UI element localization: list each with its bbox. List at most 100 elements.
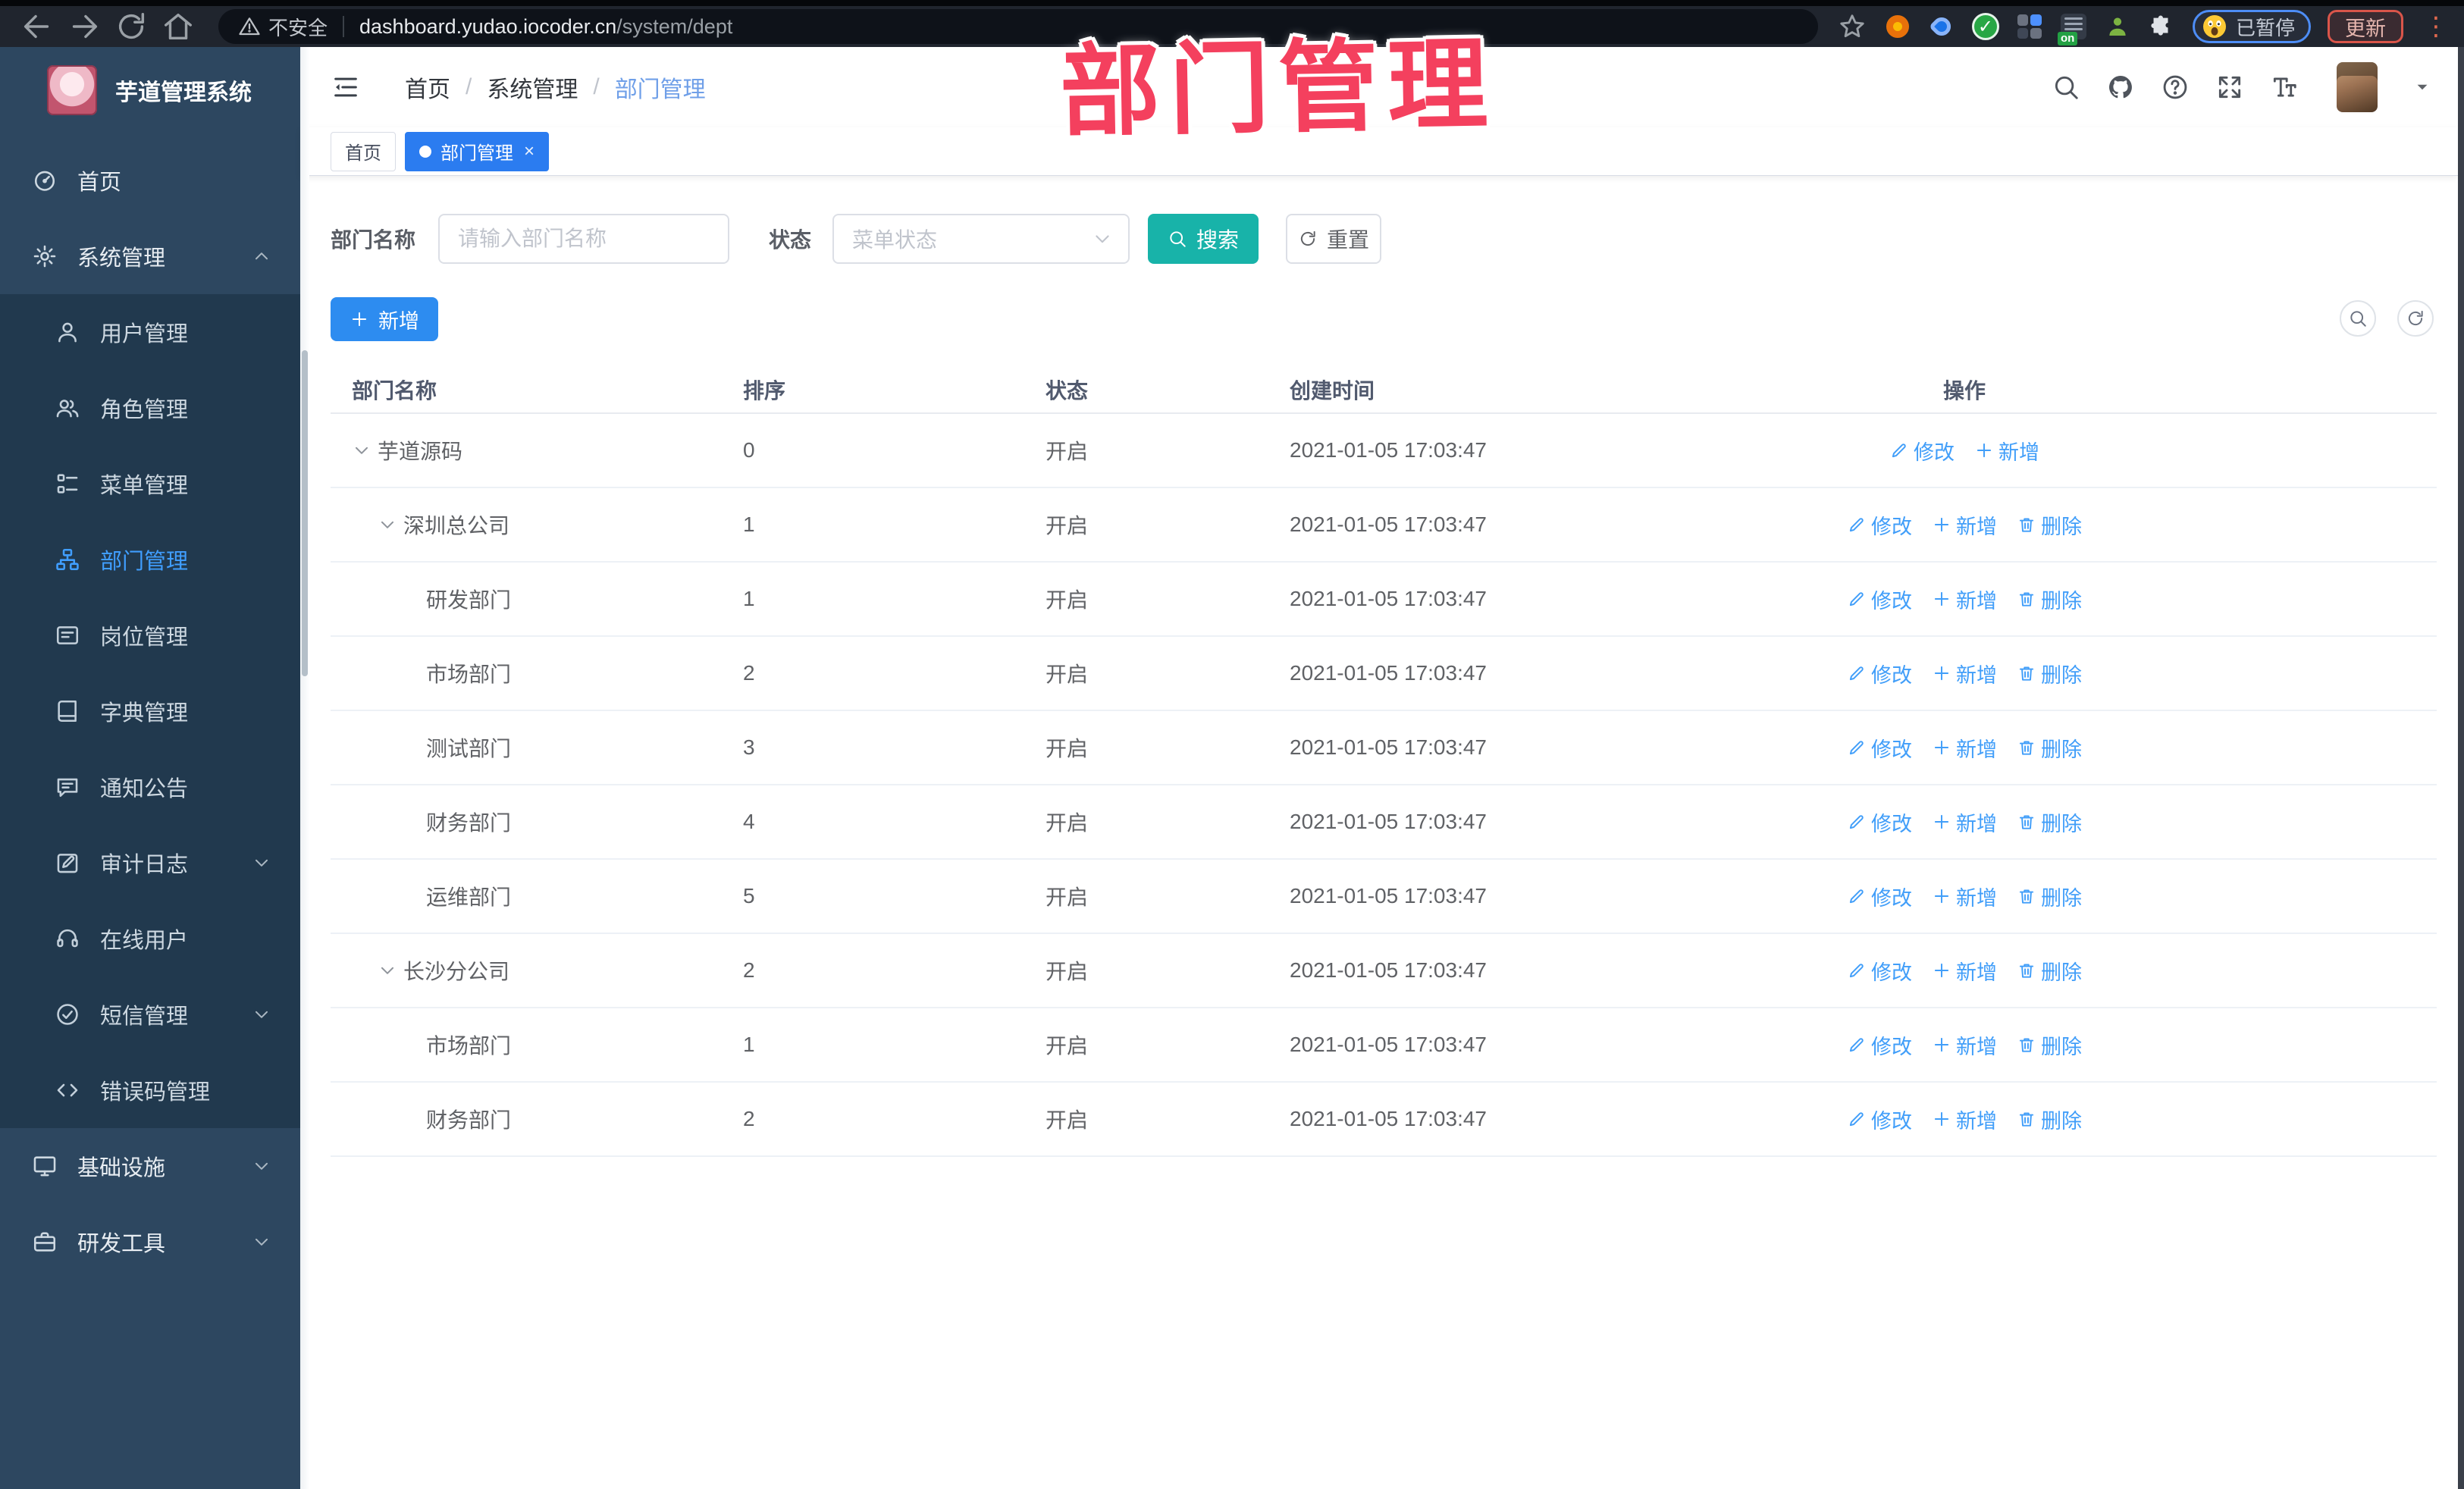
green-person-extension-icon[interactable] (2103, 12, 2132, 41)
grid-extension-icon[interactable] (2015, 12, 2044, 41)
add-action-link[interactable]: 新增 (1932, 585, 1997, 614)
refresh-table-button[interactable] (2397, 300, 2434, 337)
sidebar-item-label: 通知公告 (100, 777, 189, 801)
add-action-link[interactable]: 新增 (1974, 436, 2039, 466)
list-on-extension-icon[interactable]: on (2057, 12, 2088, 45)
sidebar-item-审计日志[interactable]: 审计日志 (0, 825, 300, 901)
sidebar-item-岗位管理[interactable]: 岗位管理 (0, 597, 300, 673)
sidebar-item-字典管理[interactable]: 字典管理 (0, 673, 300, 749)
add-action-link[interactable]: 新增 (1932, 1105, 1997, 1134)
action-label: 删除 (2041, 515, 2082, 538)
action-label: 删除 (2041, 961, 2082, 984)
edit-action-link[interactable]: 修改 (1847, 882, 1912, 911)
fullscreen-icon[interactable] (2215, 73, 2244, 102)
user-avatar[interactable] (2337, 62, 2378, 112)
browser-update-button[interactable]: 更新 (2328, 10, 2403, 43)
sidebar-item-部门管理[interactable]: 部门管理 (0, 522, 300, 597)
app-logo-row[interactable]: 芋道管理系统 (0, 47, 300, 130)
sidebar-item-系统管理[interactable]: 系统管理 (0, 218, 300, 294)
profile-paused-pill[interactable]: 已暂停 (2192, 10, 2311, 43)
edit-action-link[interactable]: 修改 (1847, 585, 1912, 614)
blue-pin-extension-icon[interactable] (1927, 12, 1956, 41)
delete-action-link[interactable]: 删除 (2017, 1105, 2082, 1134)
delete-action-link[interactable]: 删除 (2017, 807, 2082, 837)
chevron-down-icon (252, 1005, 271, 1024)
edit-action-link[interactable]: 修改 (1847, 1030, 1912, 1060)
edit-action-link[interactable]: 修改 (1847, 659, 1912, 688)
org-icon (55, 547, 80, 572)
delete-action-link[interactable]: 删除 (2017, 510, 2082, 540)
delete-action-link[interactable]: 删除 (2017, 956, 2082, 986)
help-docs-icon[interactable] (2161, 73, 2190, 102)
sort-cell: 4 (743, 810, 755, 833)
font-size-icon[interactable] (2270, 73, 2299, 102)
add-action-link[interactable]: 新增 (1932, 956, 1997, 986)
sidebar-item-角色管理[interactable]: 角色管理 (0, 370, 300, 446)
add-dept-button[interactable]: 新增 (331, 297, 438, 341)
pencil-icon (1847, 812, 1867, 832)
expand-caret-icon[interactable] (378, 515, 397, 534)
actions-cell: 修改 新增 删除 (1828, 1030, 2101, 1060)
edit-action-link[interactable]: 修改 (1847, 807, 1912, 837)
bookmark-star-icon[interactable] (1838, 12, 1867, 41)
sidebar-item-错误码管理[interactable]: 错误码管理 (0, 1052, 300, 1128)
browser-forward-button[interactable] (67, 9, 102, 44)
sidebar-item-菜单管理[interactable]: 菜单管理 (0, 446, 300, 522)
delete-action-link[interactable]: 删除 (2017, 1030, 2082, 1060)
breadcrumb-item-首页[interactable]: 首页 (405, 71, 450, 104)
delete-action-link[interactable]: 删除 (2017, 585, 2082, 614)
orange-gear-extension-icon[interactable] (1883, 12, 1912, 41)
expand-caret-icon[interactable] (352, 440, 371, 460)
sidebar-item-短信管理[interactable]: 短信管理 (0, 976, 300, 1052)
toggle-search-icon (2348, 309, 2368, 328)
sidebar-item-首页[interactable]: 首页 (0, 143, 300, 218)
sidebar-item-基础设施[interactable]: 基础设施 (0, 1128, 300, 1204)
edit-action-link[interactable]: 修改 (1847, 1105, 1912, 1134)
delete-action-link[interactable]: 删除 (2017, 733, 2082, 763)
reset-button[interactable]: 重置 (1286, 214, 1382, 264)
browser-home-button[interactable] (161, 9, 196, 44)
browser-back-button[interactable] (20, 9, 55, 44)
sidebar-item-label: 岗位管理 (100, 625, 189, 650)
browser-reload-button[interactable] (114, 9, 149, 44)
add-action-link[interactable]: 新增 (1932, 733, 1997, 763)
sidebar-item-研发工具[interactable]: 研发工具 (0, 1204, 300, 1280)
plus-icon (1932, 961, 1951, 980)
user-menu-caret-icon[interactable] (2414, 79, 2431, 96)
search-button[interactable]: 搜索 (1148, 214, 1259, 264)
add-action-link[interactable]: 新增 (1932, 1030, 1997, 1060)
github-icon[interactable] (2106, 73, 2135, 102)
search-icon[interactable] (2052, 73, 2080, 102)
edit-action-link[interactable]: 修改 (1847, 510, 1912, 540)
trash-icon (2017, 961, 2036, 980)
collapse-sidebar-button[interactable] (331, 72, 361, 102)
edit-action-link[interactable]: 修改 (1889, 436, 1955, 466)
dept-name-input[interactable] (438, 214, 730, 264)
trash-icon (2017, 886, 2036, 906)
sidebar-scrollbar-thumb[interactable] (302, 350, 308, 676)
sidebar-scrollbar[interactable] (300, 47, 309, 1489)
tag-close-icon[interactable]: × (524, 141, 534, 162)
delete-action-link[interactable]: 删除 (2017, 659, 2082, 688)
sidebar-item-用户管理[interactable]: 用户管理 (0, 294, 300, 370)
address-bar[interactable]: 不安全 dashboard.yudao.iocoder.cn/system/de… (218, 9, 1818, 44)
tag-首页[interactable]: 首页 (331, 131, 396, 171)
puzzle-extension-icon[interactable] (2147, 12, 2176, 41)
tag-label: 部门管理 (440, 143, 513, 164)
edit-action-link[interactable]: 修改 (1847, 956, 1912, 986)
breadcrumb-item-系统管理[interactable]: 系统管理 (487, 71, 578, 104)
delete-action-link[interactable]: 删除 (2017, 882, 2082, 911)
sidebar-item-在线用户[interactable]: 在线用户 (0, 901, 300, 976)
add-action-link[interactable]: 新增 (1932, 510, 1997, 540)
toggle-search-button[interactable] (2340, 300, 2376, 337)
green-check-extension-icon[interactable]: ✓ (1971, 12, 2000, 41)
status-select[interactable]: 菜单状态 (832, 214, 1130, 264)
add-action-link[interactable]: 新增 (1932, 807, 1997, 837)
edit-action-link[interactable]: 修改 (1847, 733, 1912, 763)
add-action-link[interactable]: 新增 (1932, 882, 1997, 911)
expand-caret-icon[interactable] (378, 961, 397, 980)
tag-部门管理[interactable]: 部门管理 × (405, 131, 550, 171)
page-scrollbar[interactable] (2458, 47, 2464, 1489)
sidebar-item-通知公告[interactable]: 通知公告 (0, 749, 300, 825)
add-action-link[interactable]: 新增 (1932, 659, 1997, 688)
